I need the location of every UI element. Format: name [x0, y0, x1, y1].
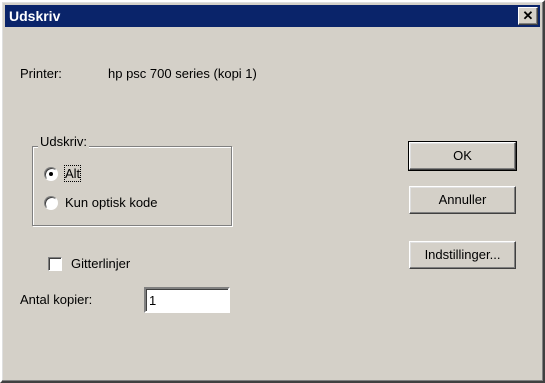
printer-label: Printer: [20, 66, 62, 81]
gridlines-label: Gitterlinjer [71, 256, 131, 271]
ok-button[interactable]: OK [408, 141, 517, 171]
printer-name: hp psc 700 series (kopi 1) [108, 66, 257, 81]
close-button[interactable]: ✕ [518, 7, 538, 25]
gridlines-checkbox[interactable] [48, 256, 62, 271]
close-icon: ✕ [522, 8, 534, 23]
radio-all-label: Alt [63, 165, 82, 182]
copies-label: Antal kopier: [20, 292, 93, 307]
radio-all-button[interactable] [44, 166, 58, 181]
radio-optical-code-label: Kun optisk kode [65, 195, 158, 210]
radio-all[interactable]: Alt [44, 165, 82, 182]
title-bar[interactable]: Udskriv ✕ [5, 5, 540, 27]
settings-button[interactable]: Indstillinger... [409, 241, 516, 269]
gridlines-checkbox-row[interactable]: Gitterlinjer [48, 256, 130, 271]
copies-input[interactable] [144, 287, 230, 313]
radio-optical-code-only[interactable]: Kun optisk kode [44, 195, 158, 210]
print-range-legend: Udskriv: [38, 134, 89, 149]
print-range-group [32, 146, 232, 226]
cancel-button[interactable]: Annuller [409, 186, 516, 214]
radio-optical-code-button[interactable] [44, 195, 58, 210]
window-title: Udskriv [9, 8, 61, 24]
